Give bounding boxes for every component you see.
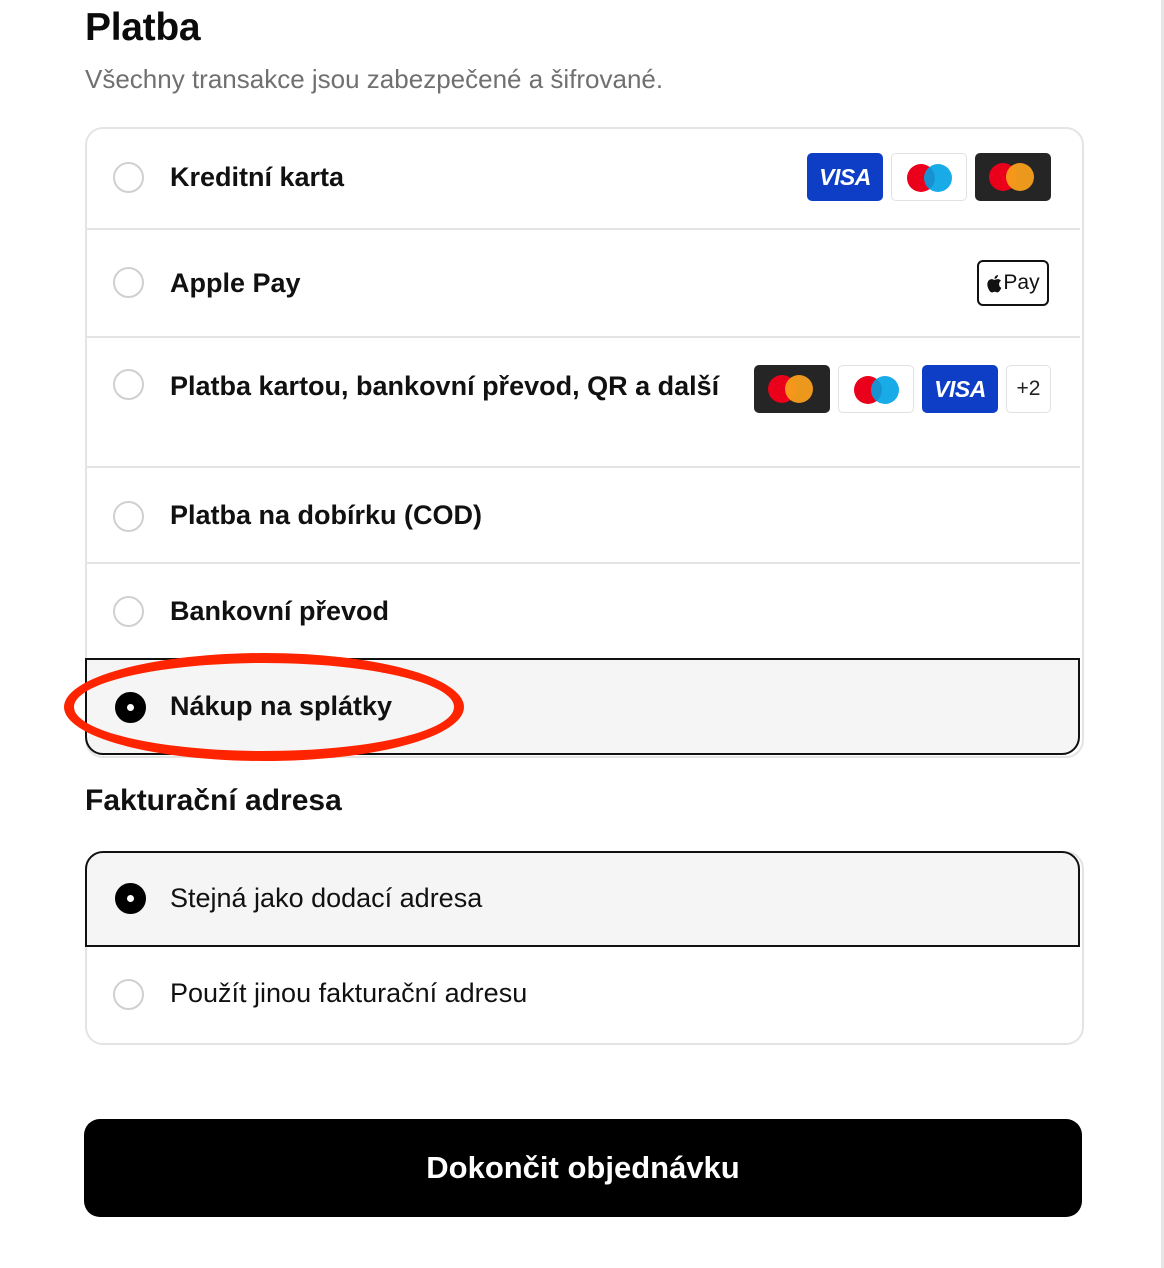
payment-option-card-bank-qr[interactable]: Platba kartou, bankovní převod, QR a dal… bbox=[85, 336, 1080, 467]
payment-option-label: Kreditní karta bbox=[170, 162, 345, 192]
payment-option-label: Platba kartou, bankovní převod, QR a dal… bbox=[170, 371, 720, 401]
billing-option-same-address[interactable]: Stejná jako dodací adresa bbox=[85, 851, 1080, 947]
radio-same-address[interactable] bbox=[115, 883, 146, 914]
maestro-icon bbox=[891, 153, 967, 201]
radio-apple-pay[interactable] bbox=[113, 267, 144, 298]
payment-option-label: Apple Pay bbox=[170, 268, 301, 298]
apple-logo-icon bbox=[987, 274, 1002, 292]
billing-option-label: Stejná jako dodací adresa bbox=[170, 883, 483, 913]
radio-installments[interactable] bbox=[115, 692, 146, 723]
apple-pay-text: Pay bbox=[1003, 271, 1040, 294]
payment-section-title: Platba bbox=[85, 6, 201, 49]
more-methods-badge: +2 bbox=[1006, 365, 1051, 413]
payment-option-label: Bankovní převod bbox=[170, 596, 390, 626]
billing-section-title: Fakturační adresa bbox=[85, 784, 342, 817]
billing-option-label: Použít jinou fakturační adresu bbox=[170, 978, 528, 1008]
visa-icon: VISA bbox=[922, 365, 998, 413]
maestro-icon bbox=[838, 365, 914, 413]
billing-option-different-address[interactable]: Použít jinou fakturační adresu bbox=[85, 947, 1080, 1041]
payment-security-note: Všechny transakce jsou zabezpečené a šif… bbox=[85, 64, 664, 94]
radio-card-bank-qr[interactable] bbox=[113, 369, 144, 400]
payment-option-installments[interactable]: Nákup na splátky bbox=[85, 658, 1080, 755]
radio-cod[interactable] bbox=[113, 501, 144, 532]
card-bank-qr-logos: VISA +2 bbox=[754, 365, 1051, 413]
credit-card-logos: VISA bbox=[807, 153, 1051, 201]
payment-option-credit-card[interactable]: Kreditní karta VISA bbox=[85, 129, 1080, 229]
payment-option-label: Platba na dobírku (COD) bbox=[170, 500, 483, 530]
radio-different-address[interactable] bbox=[113, 979, 144, 1010]
payment-option-cod[interactable]: Platba na dobírku (COD) bbox=[85, 466, 1080, 563]
visa-icon: VISA bbox=[807, 153, 883, 201]
radio-credit-card[interactable] bbox=[113, 162, 144, 193]
mastercard-icon bbox=[975, 153, 1051, 201]
payment-option-apple-pay[interactable]: Apple Pay Pay bbox=[85, 228, 1080, 337]
radio-bank-transfer[interactable] bbox=[113, 596, 144, 627]
apple-pay-icon: Pay bbox=[977, 260, 1049, 306]
payment-option-bank-transfer[interactable]: Bankovní převod bbox=[85, 562, 1080, 659]
payment-option-label: Nákup na splátky bbox=[170, 691, 393, 721]
mastercard-icon bbox=[754, 365, 830, 413]
complete-order-button[interactable]: Dokončit objednávku bbox=[84, 1119, 1082, 1217]
